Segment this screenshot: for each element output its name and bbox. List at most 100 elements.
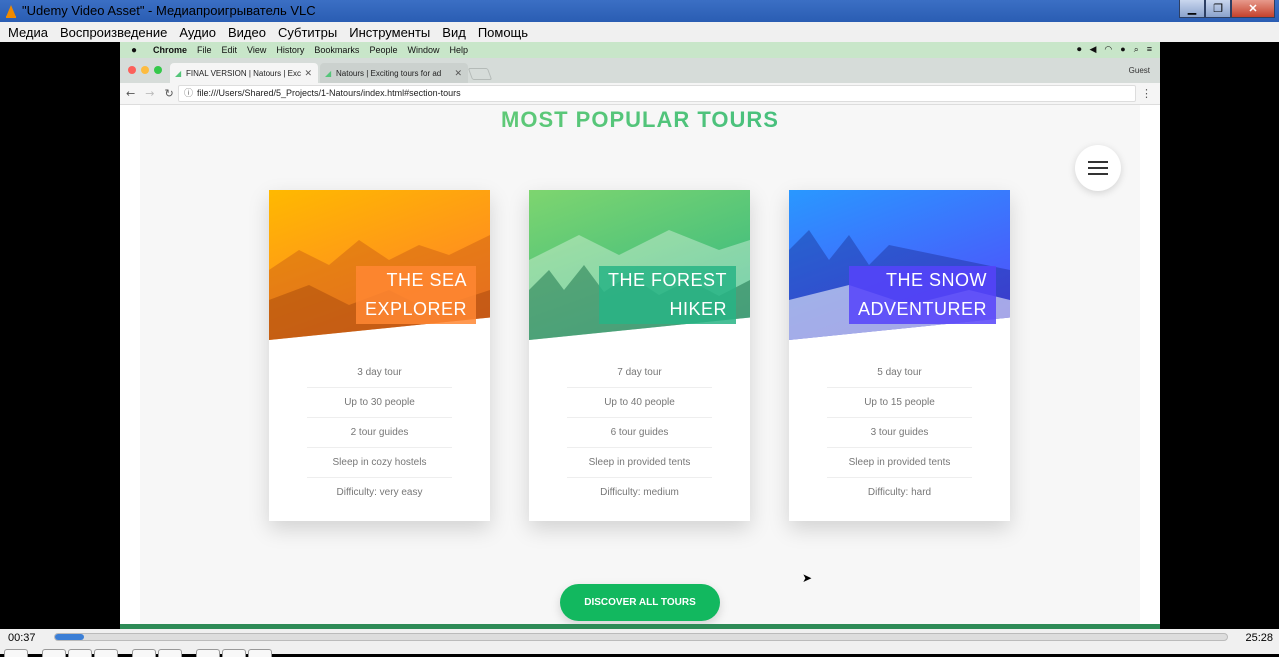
mac-status-icons: ⏺ ◀ ◠ ● ⌕ ≡	[1077, 44, 1152, 55]
menu-video[interactable]: Видео	[222, 25, 272, 40]
tab-final-version[interactable]: ◢ FINAL VERSION | Natours | Exc ✕	[170, 63, 318, 83]
seek-progress	[55, 634, 85, 640]
minimize-button[interactable]: ▁	[1179, 0, 1205, 18]
address-bar-row: ← → ↻ ⓘ file:///Users/Shared/5_Projects/…	[120, 83, 1160, 105]
notifications-icon: ≡	[1146, 44, 1152, 54]
screen-record-icon: ⏺	[1076, 44, 1082, 54]
window-title: "Udemy Video Asset" - Медиапроигрыватель…	[22, 3, 316, 18]
guest-profile[interactable]: Guest	[1129, 66, 1150, 75]
menu-tools[interactable]: Инструменты	[343, 25, 436, 40]
hamburger-line	[1088, 167, 1108, 169]
chrome-tab-strip: ◢ FINAL VERSION | Natours | Exc ✕ ◢ Nato…	[120, 58, 1160, 83]
reload-icon[interactable]: ↻	[164, 87, 173, 100]
tour-card-forest[interactable]: THE FOREST HIKER 7 day tour Up to 40 peo…	[529, 190, 750, 521]
window-controls: ▁ ❐ ✕	[1179, 0, 1275, 18]
detail-accommodation: Sleep in provided tents	[827, 448, 972, 478]
close-button[interactable]: ✕	[1231, 0, 1275, 18]
mac-menu-file: File	[197, 45, 212, 55]
seek-bar[interactable]	[54, 633, 1228, 641]
total-time[interactable]: 25:28	[1245, 632, 1273, 644]
tab-title: Natours | Exciting tours for ad	[336, 68, 442, 78]
tour-card-snow[interactable]: THE SNOW ADVENTURER 5 day tour Up to 15 …	[789, 190, 1010, 521]
vlc-menu-bar: Медиа Воспроизведение Аудио Видео Субтит…	[0, 22, 1279, 42]
video-area[interactable]: ● Chrome File Edit View History Bookmark…	[0, 42, 1279, 629]
loop-button[interactable]	[222, 649, 246, 657]
vlc-cone-icon	[6, 5, 16, 18]
detail-duration: 3 day tour	[307, 358, 452, 388]
mac-menu-help: Help	[449, 45, 468, 55]
tab-close-icon[interactable]: ✕	[304, 68, 312, 79]
hamburger-line	[1088, 161, 1108, 163]
detail-duration: 7 day tour	[567, 358, 712, 388]
tour-card-sea[interactable]: THE SEA EXPLORER 3 day tour Up to 30 peo…	[269, 190, 490, 521]
card-heading-line1: THE FOREST	[598, 266, 736, 295]
menu-view[interactable]: Вид	[436, 25, 472, 40]
menu-playback[interactable]: Воспроизведение	[54, 25, 173, 40]
play-button[interactable]	[4, 649, 28, 657]
section-title: MOST POPULAR TOURS	[120, 107, 1160, 133]
detail-accommodation: Sleep in cozy hostels	[307, 448, 452, 478]
info-icon[interactable]: ⓘ	[184, 86, 193, 101]
url-input[interactable]: ⓘ file:///Users/Shared/5_Projects/1-Nato…	[178, 85, 1136, 102]
extended-settings-button[interactable]	[158, 649, 182, 657]
playback-buttons	[4, 649, 272, 657]
detail-difficulty: Difficulty: very easy	[336, 487, 423, 498]
menu-help[interactable]: Помощь	[472, 25, 534, 40]
vlc-title-bar: "Udemy Video Asset" - Медиапроигрыватель…	[0, 0, 1279, 22]
apple-icon: ●	[130, 44, 138, 56]
back-arrow-icon[interactable]: ←	[126, 87, 135, 100]
next-button[interactable]	[94, 649, 118, 657]
stop-button[interactable]	[68, 649, 92, 657]
navigation-button[interactable]	[1075, 145, 1121, 191]
tab-close-icon[interactable]: ✕	[454, 68, 462, 79]
forward-arrow-icon[interactable]: →	[145, 87, 154, 100]
detail-group-size: Up to 40 people	[567, 388, 712, 418]
card-heading-line2: EXPLORER	[355, 295, 476, 324]
playlist-button[interactable]	[196, 649, 220, 657]
detail-accommodation: Sleep in provided tents	[567, 448, 712, 478]
zoom-dot	[154, 66, 162, 74]
card-details: 7 day tour Up to 40 people 6 tour guides…	[567, 358, 712, 508]
mac-menu-view: View	[247, 45, 267, 55]
card-heading-line1: THE SEA	[355, 266, 476, 295]
shuffle-button[interactable]	[248, 649, 272, 657]
card-heading: THE SEA EXPLORER	[355, 266, 476, 324]
fullscreen-button[interactable]	[132, 649, 156, 657]
maximize-button[interactable]: ❐	[1205, 0, 1231, 18]
card-heading-line2: ADVENTURER	[848, 295, 996, 324]
mac-menu-window: Window	[407, 45, 440, 55]
detail-difficulty: Difficulty: hard	[867, 487, 932, 498]
chrome-menu-icon[interactable]: ⋮	[1141, 87, 1152, 100]
menu-audio[interactable]: Аудио	[173, 25, 222, 40]
card-details: 5 day tour Up to 15 people 3 tour guides…	[827, 358, 972, 508]
detail-guides: 2 tour guides	[307, 418, 452, 448]
mac-menu-edit: Edit	[221, 45, 238, 55]
new-tab-button[interactable]	[467, 68, 493, 80]
menu-media[interactable]: Медиа	[2, 25, 54, 40]
elapsed-time[interactable]: 00:37	[8, 632, 36, 644]
url-text: file:///Users/Shared/5_Projects/1-Natour…	[197, 88, 461, 98]
user-icon: ●	[1120, 44, 1126, 54]
discover-all-tours-button[interactable]: DISCOVER ALL TOURS	[560, 584, 720, 621]
card-heading-line1: THE SNOW	[848, 266, 996, 295]
hamburger-line	[1088, 173, 1108, 175]
mac-menu-history: History	[276, 45, 305, 55]
tab-title: FINAL VERSION | Natours | Exc	[186, 68, 301, 78]
mac-menu-people: People	[369, 45, 398, 55]
traffic-lights	[128, 66, 162, 74]
tab-natours[interactable]: ◢ Natours | Exciting tours for ad ✕	[320, 63, 468, 83]
minimize-dot	[141, 66, 149, 74]
mac-menu-chrome: Chrome	[153, 45, 188, 55]
detail-guides: 3 tour guides	[827, 418, 972, 448]
nav-buttons: ← → ↻	[126, 87, 174, 100]
menu-subtitles[interactable]: Субтитры	[272, 25, 343, 40]
favicon-icon: ◢	[325, 69, 332, 78]
card-details: 3 day tour Up to 30 people 2 tour guides…	[307, 358, 452, 508]
card-heading: THE FOREST HIKER	[598, 266, 736, 324]
mac-menu-bar: ● Chrome File Edit View History Bookmark…	[120, 42, 1160, 58]
mac-menu-bookmarks: Bookmarks	[314, 45, 360, 55]
card-heading: THE SNOW ADVENTURER	[848, 266, 996, 324]
page-gutter-left	[120, 105, 140, 629]
vlc-controls: 00:37 25:28	[0, 629, 1279, 657]
previous-button[interactable]	[42, 649, 66, 657]
